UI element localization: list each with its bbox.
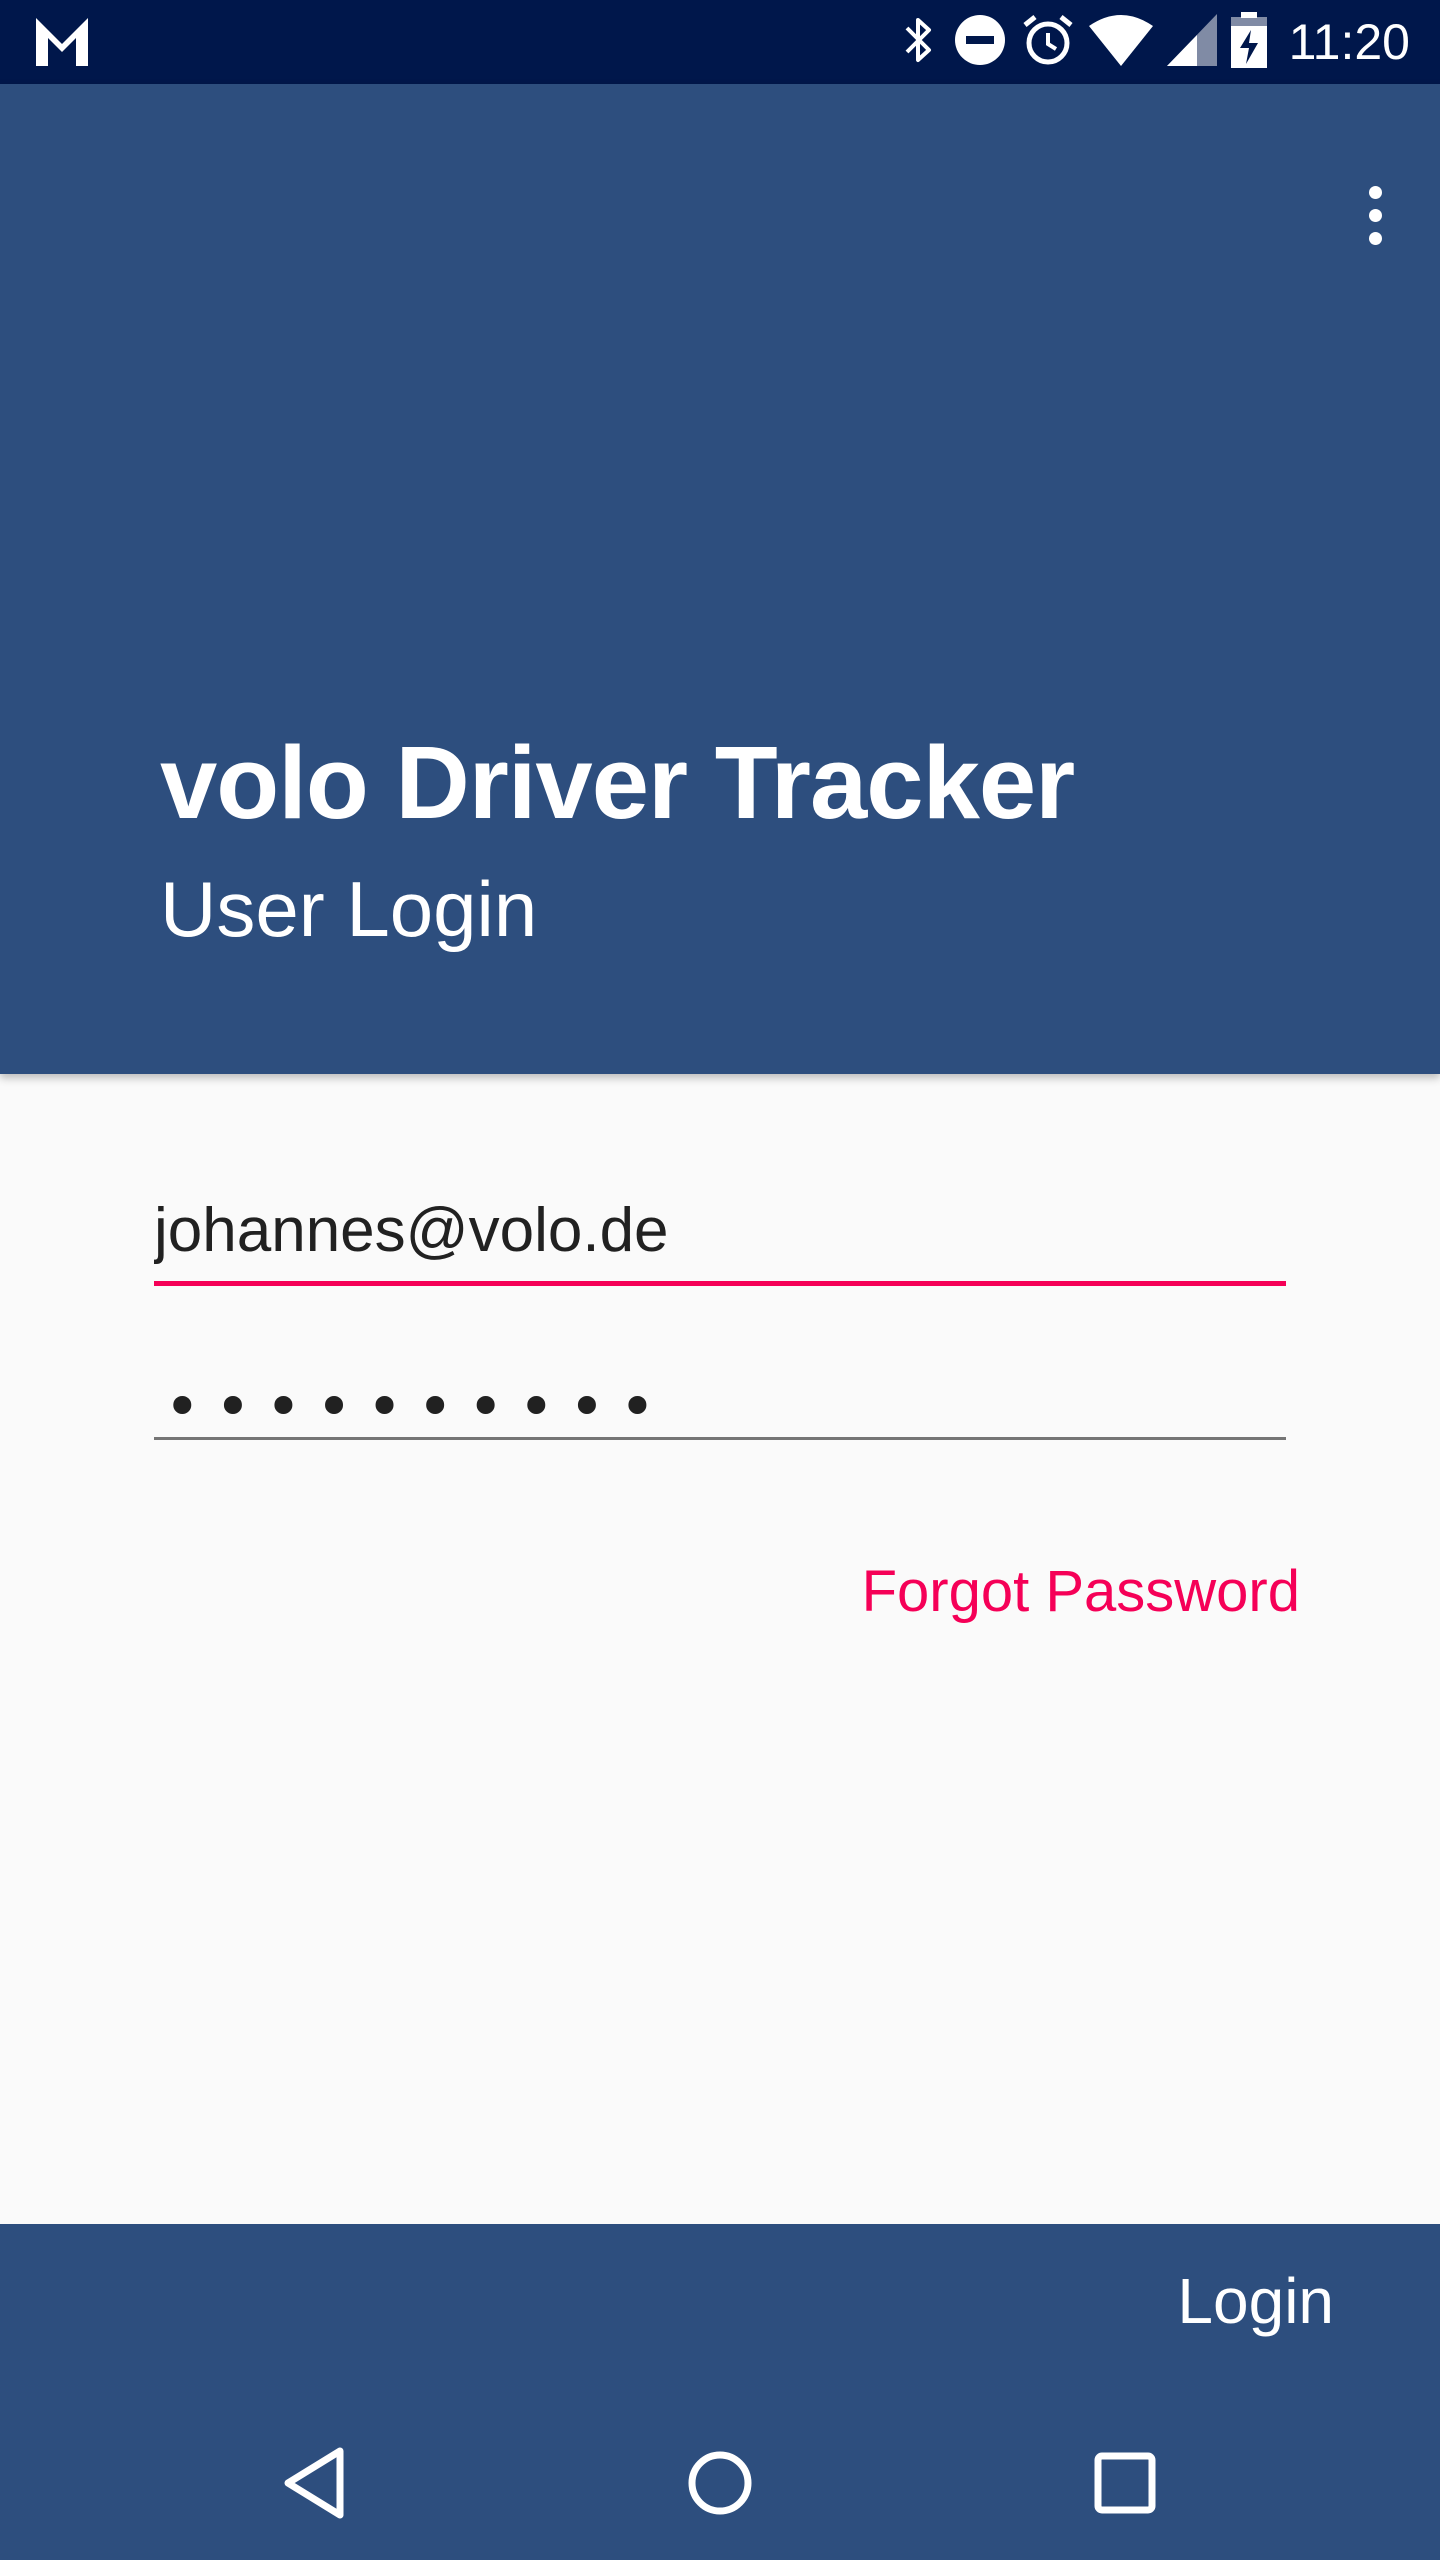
page-subtitle: User Login [160,865,538,953]
status-icons: 11:20 [899,0,1410,84]
back-icon[interactable] [260,2428,370,2538]
do-not-disturb-icon [953,13,1007,71]
wifi-icon [1088,14,1153,70]
bottom-bar: Login [0,2224,1440,2560]
app-title: volo Driver Tracker [160,725,1075,840]
email-field-underline [154,1281,1286,1286]
forgot-password-link[interactable]: Forgot Password [862,1558,1300,1625]
recents-icon[interactable] [1070,2428,1180,2538]
status-bar: 11:20 [0,0,1440,84]
battery-charging-icon [1230,12,1267,72]
password-field-underline [154,1437,1286,1440]
home-icon[interactable] [665,2428,775,2538]
password-field[interactable]: •••••••••• [154,1340,1286,1443]
header: volo Driver Tracker User Login [0,84,1440,1074]
gmail-icon [36,18,88,70]
password-mask: •••••••••• [164,1370,670,1443]
alarm-icon [1021,13,1075,71]
bluetooth-icon [899,14,939,70]
overflow-menu-button[interactable] [1340,140,1410,290]
email-field[interactable] [154,1180,1286,1280]
navigation-bar [0,2404,1440,2560]
more-vert-icon [1368,185,1382,245]
login-button[interactable]: Login [1177,2264,1334,2338]
email-field-container [154,1180,1286,1286]
status-time: 11:20 [1288,14,1410,70]
cell-signal-icon [1166,14,1217,70]
